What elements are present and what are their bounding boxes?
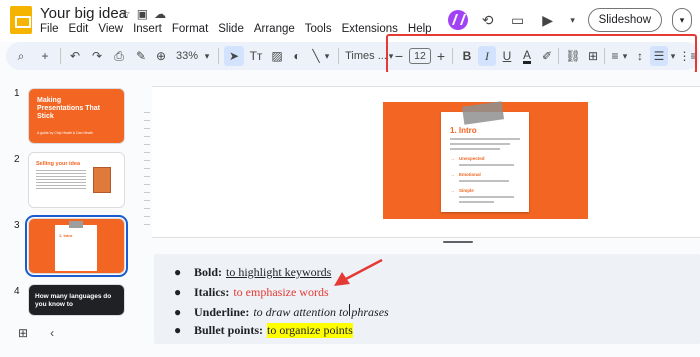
- note-bullet: ● Bold: to highlight keywords: [174, 265, 331, 280]
- text-line: [450, 148, 500, 150]
- new-slide-icon[interactable]: +: [36, 46, 54, 66]
- text-line: [450, 143, 510, 145]
- slide-thumbnail-4[interactable]: How many languages do you know to: [28, 284, 125, 316]
- zoom-icon[interactable]: ⊕: [152, 46, 170, 66]
- thumbnail-subtitle: A guide by Chip Heath & Dan Heath: [37, 131, 93, 135]
- menu-format[interactable]: Format: [172, 23, 208, 35]
- search-menus-icon[interactable]: ⌕: [12, 46, 30, 66]
- menu-view[interactable]: View: [98, 23, 123, 35]
- slide-thumbnail-3[interactable]: 1. Intro: [25, 215, 128, 277]
- bullet-icon: ●: [174, 265, 182, 279]
- thumbnail-card: 1. Intro: [55, 225, 97, 271]
- menu-edit[interactable]: Edit: [69, 23, 89, 35]
- note-text: to draw attention to: [253, 305, 349, 319]
- slide-thumbnail-1[interactable]: Making Presentations That Stick A guide …: [28, 88, 125, 144]
- slide-item: Emotional: [459, 172, 481, 177]
- collapse-panel-icon[interactable]: ‹: [50, 326, 54, 340]
- bullet-icon: ●: [174, 323, 182, 337]
- thumbnail-title: Selling your idea: [36, 161, 81, 167]
- arrow-bullet-icon: →: [450, 172, 455, 178]
- extension-avatar-icon[interactable]: [447, 10, 468, 30]
- slide-title[interactable]: 1. Intro: [450, 126, 477, 135]
- font-family-select[interactable]: Times ...: [344, 46, 388, 66]
- menu-slide[interactable]: Slide: [218, 23, 244, 35]
- text-line: [459, 201, 494, 203]
- image-icon[interactable]: ▨: [268, 46, 286, 66]
- note-label: Underline:: [194, 305, 250, 319]
- title-icons: ☆ ▣ ☁: [120, 7, 166, 21]
- slide-number: 4: [14, 286, 20, 297]
- book-image: [93, 167, 111, 193]
- slideshow-options-button[interactable]: ▾: [672, 8, 692, 32]
- print-icon[interactable]: ⎙: [110, 46, 128, 66]
- move-folder-icon[interactable]: ▣: [137, 7, 148, 21]
- chevron-down-icon[interactable]: ▾: [322, 46, 332, 66]
- bullet-icon: ●: [174, 305, 182, 319]
- filmstrip-controls: ⊞ ‹: [18, 326, 54, 340]
- arrow-bullet-icon: →: [450, 156, 455, 162]
- current-slide[interactable]: 1. Intro → Unexpected → Emotional → Simp…: [383, 101, 588, 219]
- select-cursor-icon[interactable]: ➤: [224, 46, 244, 66]
- undo-icon[interactable]: ↶: [66, 46, 84, 66]
- notes-resize-handle[interactable]: [443, 241, 473, 243]
- cloud-status-icon[interactable]: ☁: [154, 7, 166, 21]
- note-bullet: ● Bullet points: to organize points: [174, 323, 353, 338]
- filmstrip: 1 Making Presentations That Stick A guid…: [0, 72, 140, 357]
- note-text: to highlight keywords: [226, 265, 332, 279]
- formatting-tools-highlight: [386, 34, 697, 74]
- note-text: to organize points: [267, 323, 353, 338]
- text-box-icon[interactable]: Tт: [246, 46, 266, 66]
- thumbnail-title: How many languages do you know to: [35, 293, 112, 308]
- tape-image: [69, 221, 83, 228]
- menu-arrange[interactable]: Arrange: [254, 23, 295, 35]
- header-actions: ⟲ ▭ ▶ ▾ Slideshow ▾: [447, 8, 692, 32]
- redo-icon[interactable]: ↷: [88, 46, 106, 66]
- menu-file[interactable]: File: [40, 23, 59, 35]
- thumbnail-title: Making Presentations That Stick: [37, 97, 101, 120]
- slide-item: Unexpected: [459, 156, 485, 161]
- text-line: [450, 138, 520, 140]
- arrow-bullet-icon: →: [450, 188, 455, 194]
- grid-view-icon[interactable]: ⊞: [18, 326, 28, 340]
- zoom-select[interactable]: 33%: [172, 46, 202, 66]
- meet-video-icon[interactable]: ▶: [538, 12, 558, 29]
- slide-item: Simple: [459, 188, 474, 193]
- slides-logo-icon[interactable]: [10, 6, 32, 34]
- slide-number: 1: [14, 88, 20, 99]
- note-text: to emphasize words: [233, 285, 329, 299]
- vertical-ruler: [144, 112, 150, 232]
- history-icon[interactable]: ⟲: [478, 12, 498, 29]
- document-title[interactable]: Your big idea: [40, 5, 127, 22]
- shape-icon[interactable]: ◐: [288, 46, 306, 66]
- note-bullet: ● Underline: to draw attention to phrase…: [174, 304, 389, 320]
- comments-icon[interactable]: ▭: [508, 12, 528, 29]
- thumbnail-text-lines: [36, 170, 86, 190]
- menu-bar: File Edit View Insert Format Slide Arran…: [40, 23, 432, 35]
- menu-tools[interactable]: Tools: [305, 23, 332, 35]
- slide-thumbnail-2[interactable]: Selling your idea: [28, 152, 125, 208]
- star-icon[interactable]: ☆: [120, 7, 131, 21]
- slideshow-button[interactable]: Slideshow: [587, 8, 662, 32]
- toolbar-divider: [60, 48, 61, 64]
- toolbar-divider: [338, 48, 339, 64]
- menu-insert[interactable]: Insert: [133, 23, 162, 35]
- paint-format-icon[interactable]: ✎: [132, 46, 150, 66]
- thumbnail-title: 1. Intro: [59, 233, 73, 238]
- note-label: Bullet points:: [194, 323, 264, 337]
- toolbar-divider: [218, 48, 219, 64]
- text-line: [459, 164, 514, 166]
- slide-number: 3: [14, 220, 20, 231]
- note-label: Italics:: [194, 285, 230, 299]
- text-line: [459, 180, 509, 182]
- bullet-icon: ●: [174, 285, 182, 299]
- speaker-notes[interactable]: ● Bold: to highlight keywords ● Italics:…: [154, 254, 700, 344]
- slide-card[interactable]: 1. Intro → Unexpected → Emotional → Simp…: [441, 112, 529, 212]
- note-label: Bold:: [194, 265, 223, 279]
- note-bullet: ● Italics: to emphasize words: [174, 285, 329, 300]
- text-line: [459, 196, 514, 198]
- slide-number: 2: [14, 154, 20, 165]
- note-text: phrases: [351, 305, 389, 319]
- chevron-down-icon[interactable]: ▾: [202, 46, 212, 66]
- chevron-down-icon[interactable]: ▾: [568, 15, 578, 26]
